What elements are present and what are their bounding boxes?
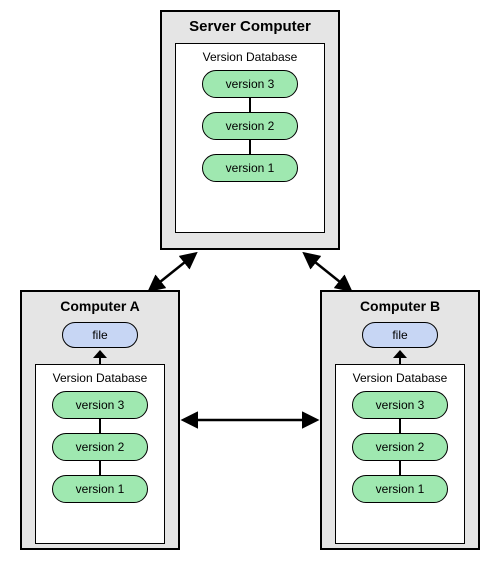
server-version-1-node: version 1 bbox=[202, 154, 298, 182]
computer-b-version-1-node: version 1 bbox=[352, 475, 448, 503]
connector-line bbox=[399, 461, 401, 475]
computer-a-version-2-node: version 2 bbox=[52, 433, 148, 461]
computer-b-version-database: Version Database version 3 version 2 ver… bbox=[335, 364, 465, 544]
server-db-title: Version Database bbox=[182, 50, 318, 64]
server-version-3-node: version 3 bbox=[202, 70, 298, 98]
arrow-server-to-b bbox=[305, 254, 350, 290]
server-title: Server Computer bbox=[162, 18, 338, 35]
computer-a-version-database: Version Database version 3 version 2 ver… bbox=[35, 364, 165, 544]
server-computer-box: Server Computer Version Database version… bbox=[160, 10, 340, 250]
arrow-server-to-a bbox=[150, 254, 195, 290]
computer-a-version-3-node: version 3 bbox=[52, 391, 148, 419]
computer-b-version-3-node: version 3 bbox=[352, 391, 448, 419]
computer-b-title: Computer B bbox=[322, 298, 478, 314]
computer-a-file-node: file bbox=[62, 322, 138, 348]
computer-a-version-1-node: version 1 bbox=[52, 475, 148, 503]
computer-b-version-2-node: version 2 bbox=[352, 433, 448, 461]
computer-b-db-title: Version Database bbox=[342, 371, 458, 385]
computer-b-box: Computer B file Version Database version… bbox=[320, 290, 480, 550]
connector-line bbox=[99, 461, 101, 475]
connector-line bbox=[249, 98, 251, 112]
server-version-2-node: version 2 bbox=[202, 112, 298, 140]
connector-line bbox=[399, 419, 401, 433]
connector-line bbox=[249, 140, 251, 154]
arrow-up-icon bbox=[393, 350, 407, 364]
connector-line bbox=[99, 419, 101, 433]
computer-a-title: Computer A bbox=[22, 298, 178, 314]
computer-a-db-title: Version Database bbox=[42, 371, 158, 385]
arrow-up-icon bbox=[93, 350, 107, 364]
computer-b-file-node: file bbox=[362, 322, 438, 348]
server-version-database: Version Database version 3 version 2 ver… bbox=[175, 43, 325, 233]
computer-a-box: Computer A file Version Database version… bbox=[20, 290, 180, 550]
